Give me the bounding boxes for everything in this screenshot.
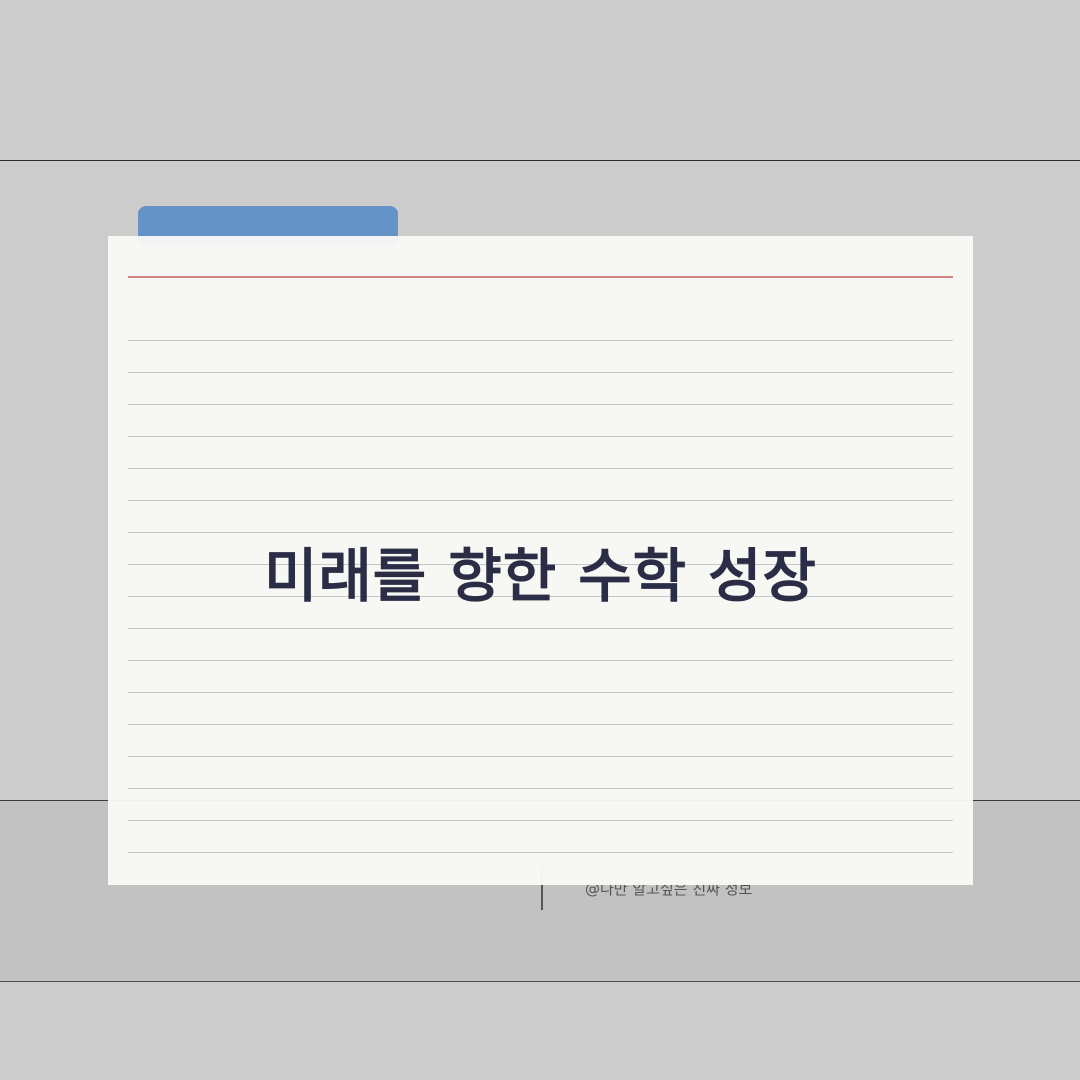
card-rule-line — [128, 820, 953, 821]
card-rule-line — [128, 468, 953, 469]
card-title: 미래를 향한 수학 성장 — [264, 542, 817, 610]
card-rule-line — [128, 628, 953, 629]
card-rule-line — [128, 724, 953, 725]
card-rule-line — [128, 660, 953, 661]
page: @나만 알고싶은 진짜 정보 미래를 향한 수학 성장 — [0, 0, 1080, 1080]
bottom-divider-line — [0, 981, 1080, 982]
card-rule-line — [128, 692, 953, 693]
index-card: 미래를 향한 수학 성장 — [108, 236, 973, 885]
top-divider-line — [0, 160, 1080, 161]
card-rule-line — [128, 404, 953, 405]
card-rule-line — [128, 852, 953, 853]
card-rule-line — [128, 788, 953, 789]
card-rule-line — [128, 532, 953, 533]
card-rule-line — [128, 436, 953, 437]
card-margin-line — [128, 276, 953, 278]
card-rule-line — [128, 756, 953, 757]
card-rule-line — [128, 372, 953, 373]
card-rule-line — [128, 500, 953, 501]
card-rule-line — [128, 340, 953, 341]
